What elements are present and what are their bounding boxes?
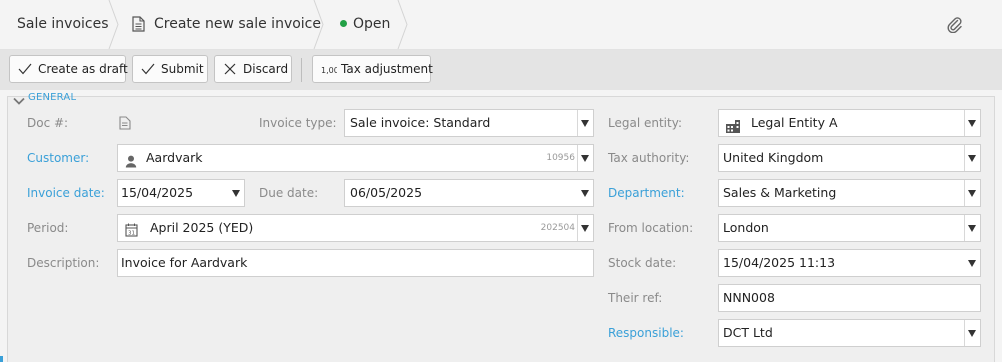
svg-text:1,00: 1,00 <box>321 66 337 75</box>
from-location-value: London <box>723 220 769 235</box>
dropdown-arrow-icon[interactable] <box>964 320 980 346</box>
close-icon <box>224 63 236 75</box>
dropdown-arrow-icon[interactable] <box>577 145 593 171</box>
status-label: Open <box>353 16 391 32</box>
due-date-label: Due date: <box>259 186 319 200</box>
check-icon <box>141 63 155 75</box>
document-icon <box>119 116 131 134</box>
invoice-date-label[interactable]: Invoice date: <box>27 186 105 200</box>
department-label[interactable]: Department: <box>608 186 685 200</box>
breadcrumb-separator <box>397 0 408 49</box>
dropdown-arrow-icon[interactable] <box>232 190 240 197</box>
create-as-draft-button[interactable]: Create as draft <box>9 55 128 83</box>
due-date-field[interactable]: 06/05/2025 <box>344 179 594 207</box>
from-location-label: From location: <box>608 221 694 235</box>
paperclip-icon[interactable] <box>947 16 963 37</box>
stock-date-label: Stock date: <box>608 256 677 270</box>
action-toolbar: Create as draft Submit Discard 1,00 Tax … <box>0 50 1002 90</box>
status-dot <box>340 20 347 27</box>
description-input[interactable]: Invoice for Aardvark <box>117 249 594 277</box>
breadcrumb-sale-invoices[interactable]: Sale invoices <box>17 0 109 49</box>
breadcrumb-separator <box>313 0 324 49</box>
their-ref-input[interactable]: NNN008 <box>718 284 981 312</box>
period-label: Period: <box>27 221 69 235</box>
legal-entity-select[interactable]: Legal Entity A <box>718 109 981 137</box>
their-ref-value: NNN008 <box>723 290 775 305</box>
dropdown-arrow-icon[interactable] <box>577 215 593 241</box>
department-value: Sales & Marketing <box>723 185 837 200</box>
responsible-value: DCT Ltd <box>723 325 773 340</box>
tax-authority-select[interactable]: United Kingdom <box>718 144 981 172</box>
selection-edge <box>0 356 3 362</box>
toolbar-divider <box>301 58 302 82</box>
chevron-down-icon[interactable] <box>13 95 25 110</box>
period-field[interactable]: 31 April 2025 (YED) 202504 <box>117 214 594 242</box>
their-ref-label: Their ref: <box>608 291 663 305</box>
tax-adjustment-button[interactable]: 1,00 Tax adjustment <box>312 55 433 83</box>
person-icon <box>125 151 137 171</box>
status-badge: Open <box>340 0 390 49</box>
period-code: 202504 <box>540 223 575 233</box>
responsible-label[interactable]: Responsible: <box>608 326 684 340</box>
building-icon <box>725 116 741 136</box>
tax-authority-label: Tax authority: <box>608 151 690 165</box>
customer-code: 10956 <box>546 153 575 163</box>
document-icon <box>132 16 145 36</box>
stock-date-field[interactable]: 15/04/2025 11:13 <box>718 249 981 277</box>
doc-number-label: Doc #: <box>27 116 69 130</box>
invoice-type-value: Sale invoice: Standard <box>350 115 491 130</box>
breadcrumb: Sale invoices Create new sale invoice Op… <box>0 0 1002 50</box>
customer-label[interactable]: Customer: <box>27 151 89 165</box>
calendar-icon: 31 <box>125 220 138 241</box>
dropdown-arrow-icon[interactable] <box>964 215 980 241</box>
period-value: April 2025 (YED) <box>150 220 254 235</box>
dropdown-arrow-icon[interactable] <box>964 145 980 171</box>
department-select[interactable]: Sales & Marketing <box>718 179 981 207</box>
dropdown-arrow-icon[interactable] <box>964 110 980 136</box>
invoice-date-field[interactable]: 15/04/2025 <box>117 179 245 207</box>
invoice-type-select[interactable]: Sale invoice: Standard <box>344 109 594 137</box>
discard-button[interactable]: Discard <box>214 55 292 83</box>
discard-label: Discard <box>243 62 289 76</box>
dropdown-arrow-icon[interactable] <box>968 260 976 267</box>
tax-adjustment-label: Tax adjustment <box>341 62 433 76</box>
submit-label: Submit <box>161 62 204 76</box>
legal-entity-value: Legal Entity A <box>751 115 838 130</box>
check-icon <box>18 63 32 75</box>
description-value: Invoice for Aardvark <box>121 255 248 270</box>
description-label: Description: <box>27 256 100 270</box>
from-location-select[interactable]: London <box>718 214 981 242</box>
svg-text:31: 31 <box>128 231 135 237</box>
stock-date-value: 15/04/2025 11:13 <box>723 255 836 270</box>
breadcrumb-separator <box>108 0 119 49</box>
dropdown-arrow-icon[interactable] <box>581 190 589 197</box>
decimal-icon: 1,00 <box>321 66 337 75</box>
submit-button[interactable]: Submit <box>132 55 208 83</box>
create-as-draft-label: Create as draft <box>38 62 128 76</box>
customer-value: Aardvark <box>146 150 203 165</box>
dropdown-arrow-icon[interactable] <box>577 110 593 136</box>
customer-field[interactable]: Aardvark 10956 <box>117 144 594 172</box>
dropdown-arrow-icon[interactable] <box>964 180 980 206</box>
invoice-date-value: 15/04/2025 <box>121 185 194 200</box>
legal-entity-label: Legal entity: <box>608 116 682 130</box>
tax-authority-value: United Kingdom <box>723 150 824 165</box>
responsible-select[interactable]: DCT Ltd <box>718 319 981 347</box>
due-date-value: 06/05/2025 <box>350 185 423 200</box>
section-title: GENERAL <box>28 92 77 103</box>
invoice-type-label: Invoice type: <box>259 116 337 130</box>
breadcrumb-create-invoice[interactable]: Create new sale invoice <box>154 0 321 49</box>
